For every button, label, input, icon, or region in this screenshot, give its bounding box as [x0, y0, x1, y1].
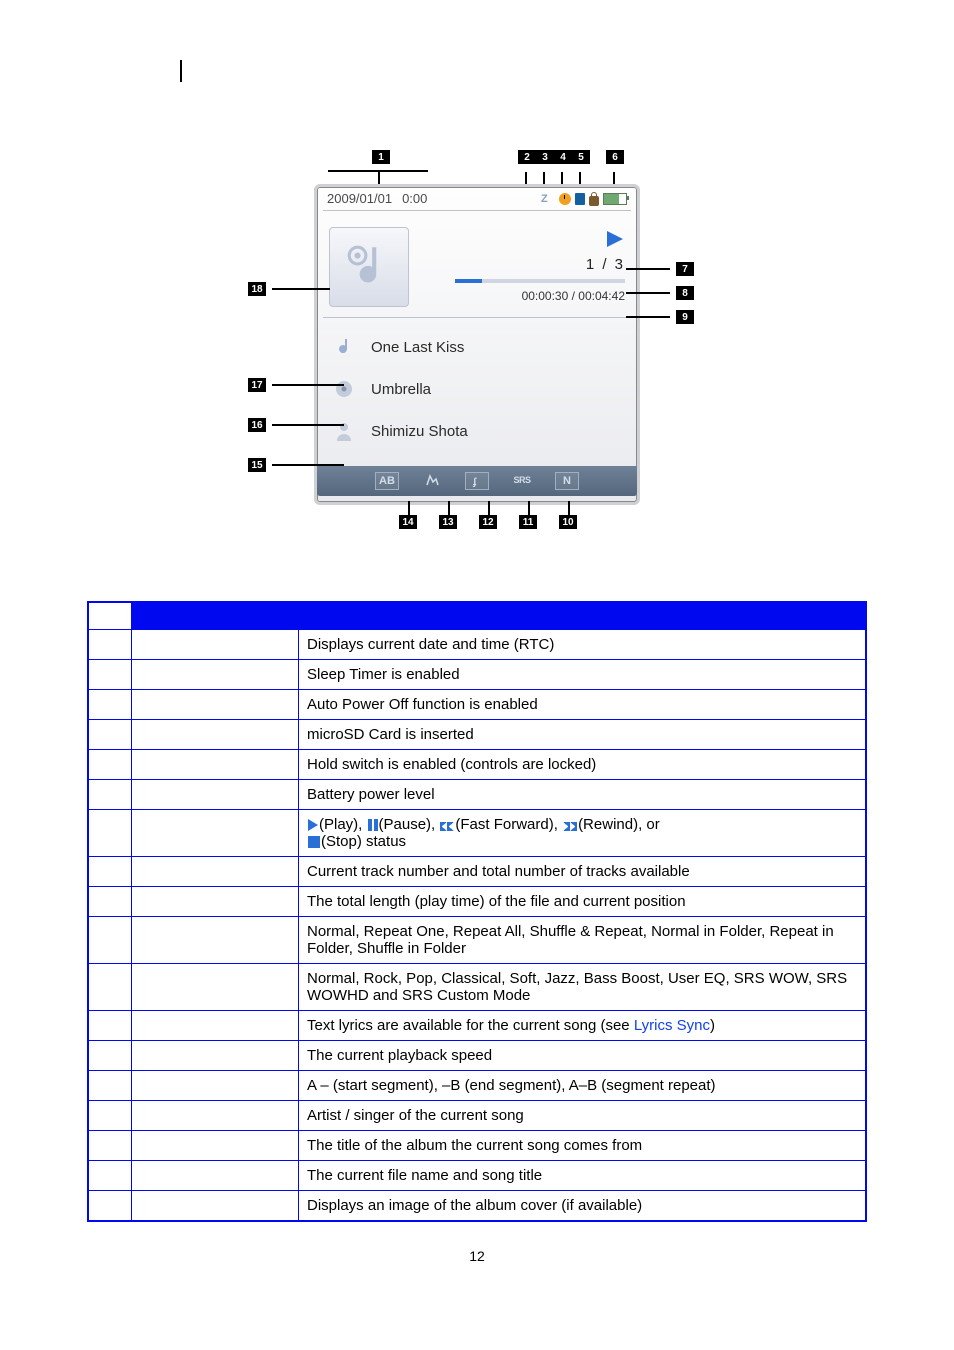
lyrics-icon: ʄ: [465, 472, 489, 490]
album-name: Umbrella: [371, 381, 431, 398]
track-info-list: One Last Kiss Umbrella Shimizu Shota: [317, 318, 637, 466]
status-time: 0:00: [402, 191, 427, 206]
callout-4: 4: [554, 150, 572, 164]
table-row: 7(Play), (Pause), (Fast Forward), (Rewin…: [88, 810, 866, 857]
table-row: 14A – (start segment), –B (end segment),…: [88, 1071, 866, 1101]
callout-17: 17: [248, 378, 344, 392]
clock-icon: [559, 193, 571, 205]
player-figure: 1 2 3 4 5 6 2009/01/01 0:00 Z: [242, 150, 712, 541]
row-album: Umbrella: [327, 368, 627, 410]
table-row: 17The current file name and song title: [88, 1161, 866, 1191]
table-row: 5Hold switch is enabled (controls are lo…: [88, 750, 866, 780]
text-cursor: [180, 60, 182, 82]
battery-icon: [603, 193, 627, 205]
table-row: 1Displays current date and time (RTC): [88, 630, 866, 660]
table-header-row: [88, 602, 866, 630]
callout-11: 11: [519, 515, 537, 529]
lock-icon: [589, 196, 599, 206]
now-playing: 1 / 3 00:00:30 / 00:04:42: [317, 211, 637, 317]
status-bar: 2009/01/01 0:00 Z: [317, 187, 637, 210]
page-number: 12: [0, 1248, 954, 1264]
elapsed-total: 00:00:30 / 00:04:42: [522, 289, 625, 303]
artist-name: Shimizu Shota: [371, 423, 468, 440]
table-row: 2Sleep Timer is enabled: [88, 660, 866, 690]
table-row: 11Normal, Rock, Pop, Classical, Soft, Ja…: [88, 964, 866, 1011]
speed-icon: [421, 472, 443, 488]
callout-9: 9: [626, 310, 694, 324]
fast-forward-icon: [440, 819, 454, 831]
ab-repeat-icon: AB: [375, 472, 399, 490]
play-icon: [308, 819, 318, 831]
callout-3: 3: [536, 150, 554, 164]
callout-8: 8: [626, 286, 694, 300]
sd-icon: [575, 193, 585, 205]
footer-bar: AB ʄ SRS N: [317, 466, 637, 496]
callout-5: 5: [572, 150, 590, 164]
table-row: 8Current track number and total number o…: [88, 857, 866, 887]
legend-table: 1Displays current date and time (RTC)2Sl…: [87, 601, 867, 1222]
row-title: One Last Kiss: [327, 326, 627, 368]
rewind-icon: [563, 819, 577, 831]
svg-text:ʄ: ʄ: [472, 477, 477, 487]
status-date: 2009/01/01: [327, 191, 392, 206]
table-row: 3Auto Power Off function is enabled: [88, 690, 866, 720]
callout-7: 7: [626, 262, 694, 276]
callout-6: 6: [606, 150, 624, 164]
table-row: 15Artist / singer of the current song: [88, 1101, 866, 1131]
table-row: 4microSD Card is inserted: [88, 720, 866, 750]
callout-1: 1: [372, 150, 390, 164]
title-icon: [331, 334, 357, 360]
table-row: 18Displays an image of the album cover (…: [88, 1191, 866, 1222]
player-mock: 2009/01/01 0:00 Z: [314, 184, 640, 505]
table-row: 13The current playback speed: [88, 1041, 866, 1071]
album-cover: [329, 227, 409, 307]
song-title: One Last Kiss: [371, 339, 464, 356]
pause-icon: [368, 819, 378, 831]
callout-12: 12: [479, 515, 497, 529]
srs-icon: SRS: [511, 472, 533, 488]
progress-bar: [455, 279, 625, 283]
callout-13: 13: [439, 515, 457, 529]
top-callouts: 1 2 3 4 5 6: [242, 150, 712, 184]
lyrics-sync-link[interactable]: Lyrics Sync: [634, 1017, 710, 1034]
table-row: 12Text lyrics are available for the curr…: [88, 1011, 866, 1041]
row-artist: Shimizu Shota: [327, 410, 627, 452]
stop-icon: [308, 836, 320, 848]
callout-14: 14: [399, 515, 417, 529]
repeat-mode-icon: N: [555, 472, 579, 490]
table-row: 10Normal, Repeat One, Repeat All, Shuffl…: [88, 917, 866, 964]
callout-15: 15: [248, 458, 344, 472]
callout-16: 16: [248, 418, 344, 432]
music-note-icon: [343, 241, 395, 293]
table-row: 16The title of the album the current son…: [88, 1131, 866, 1161]
callout-2: 2: [518, 150, 536, 164]
bottom-callouts: 14 13 12 11 10: [242, 501, 712, 541]
callout-18: 18: [248, 282, 330, 296]
callout-10: 10: [559, 515, 577, 529]
track-counter: 1 / 3: [586, 256, 625, 273]
sleep-icon: Z: [541, 193, 555, 205]
playstate-icon: [605, 231, 625, 250]
table-row: 6Battery power level: [88, 780, 866, 810]
table-row: 9The total length (play time) of the fil…: [88, 887, 866, 917]
